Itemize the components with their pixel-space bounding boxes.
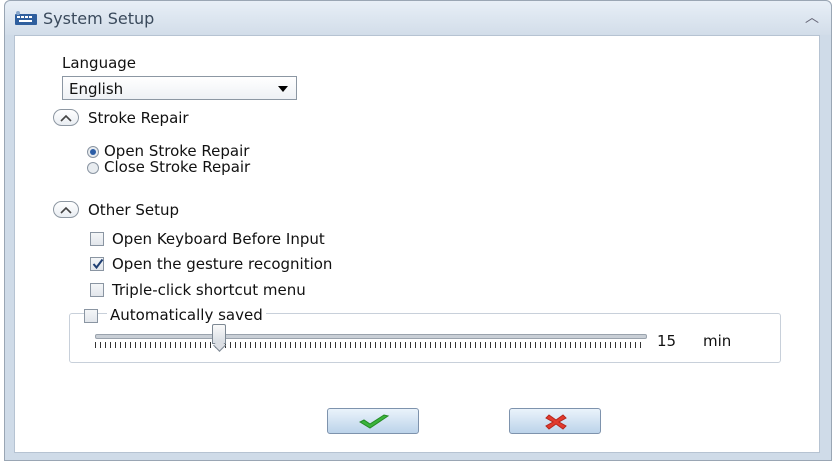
system-setup-window: System Setup ︿ Language English Stroke R… — [4, 0, 832, 461]
autosave-slider-ticks — [95, 342, 645, 348]
open-stroke-repair-radio[interactable] — [87, 146, 99, 158]
cancel-button[interactable] — [509, 408, 601, 434]
check-icon — [358, 414, 390, 429]
language-dropdown[interactable]: English — [62, 76, 297, 100]
checkmark-icon — [92, 258, 104, 270]
triple-click-checkbox[interactable] — [90, 283, 104, 297]
stroke-repair-collapse-button[interactable] — [53, 109, 79, 126]
open-keyboard-label[interactable]: Open Keyboard Before Input — [112, 230, 325, 248]
triple-click-label[interactable]: Triple-click shortcut menu — [112, 281, 306, 299]
close-stroke-repair-radio[interactable] — [87, 162, 99, 174]
autosave-unit: min — [703, 332, 732, 350]
other-setup-collapse-button[interactable] — [53, 201, 79, 218]
collapse-chevron-icon[interactable]: ︿ — [805, 7, 819, 27]
stroke-repair-header: Stroke Repair — [88, 109, 189, 127]
autosave-slider-track[interactable] — [95, 334, 647, 339]
language-selected-value: English — [69, 80, 124, 98]
cross-icon — [545, 414, 567, 430]
dropdown-arrow-icon — [278, 86, 288, 92]
autosave-slider-thumb[interactable] — [212, 324, 226, 344]
autosave-value: 15 — [657, 332, 677, 350]
chevron-up-icon — [60, 114, 72, 122]
gesture-recognition-label[interactable]: Open the gesture recognition — [112, 255, 332, 273]
close-stroke-repair-label[interactable]: Close Stroke Repair — [104, 158, 250, 176]
auto-save-label[interactable]: Automatically saved — [107, 306, 266, 324]
open-keyboard-checkbox[interactable] — [90, 232, 104, 246]
language-label: Language — [62, 54, 137, 72]
window-title: System Setup — [43, 9, 155, 28]
title-bar[interactable]: System Setup ︿ — [5, 1, 831, 35]
gesture-recognition-checkbox[interactable] — [90, 257, 104, 271]
ok-button[interactable] — [327, 408, 419, 434]
keyboard-app-icon — [15, 11, 37, 25]
chevron-up-icon — [60, 206, 72, 214]
settings-panel: Language English Stroke Repair Open Stro… — [14, 35, 820, 453]
auto-save-checkbox[interactable] — [84, 309, 98, 323]
other-setup-header: Other Setup — [88, 201, 180, 219]
